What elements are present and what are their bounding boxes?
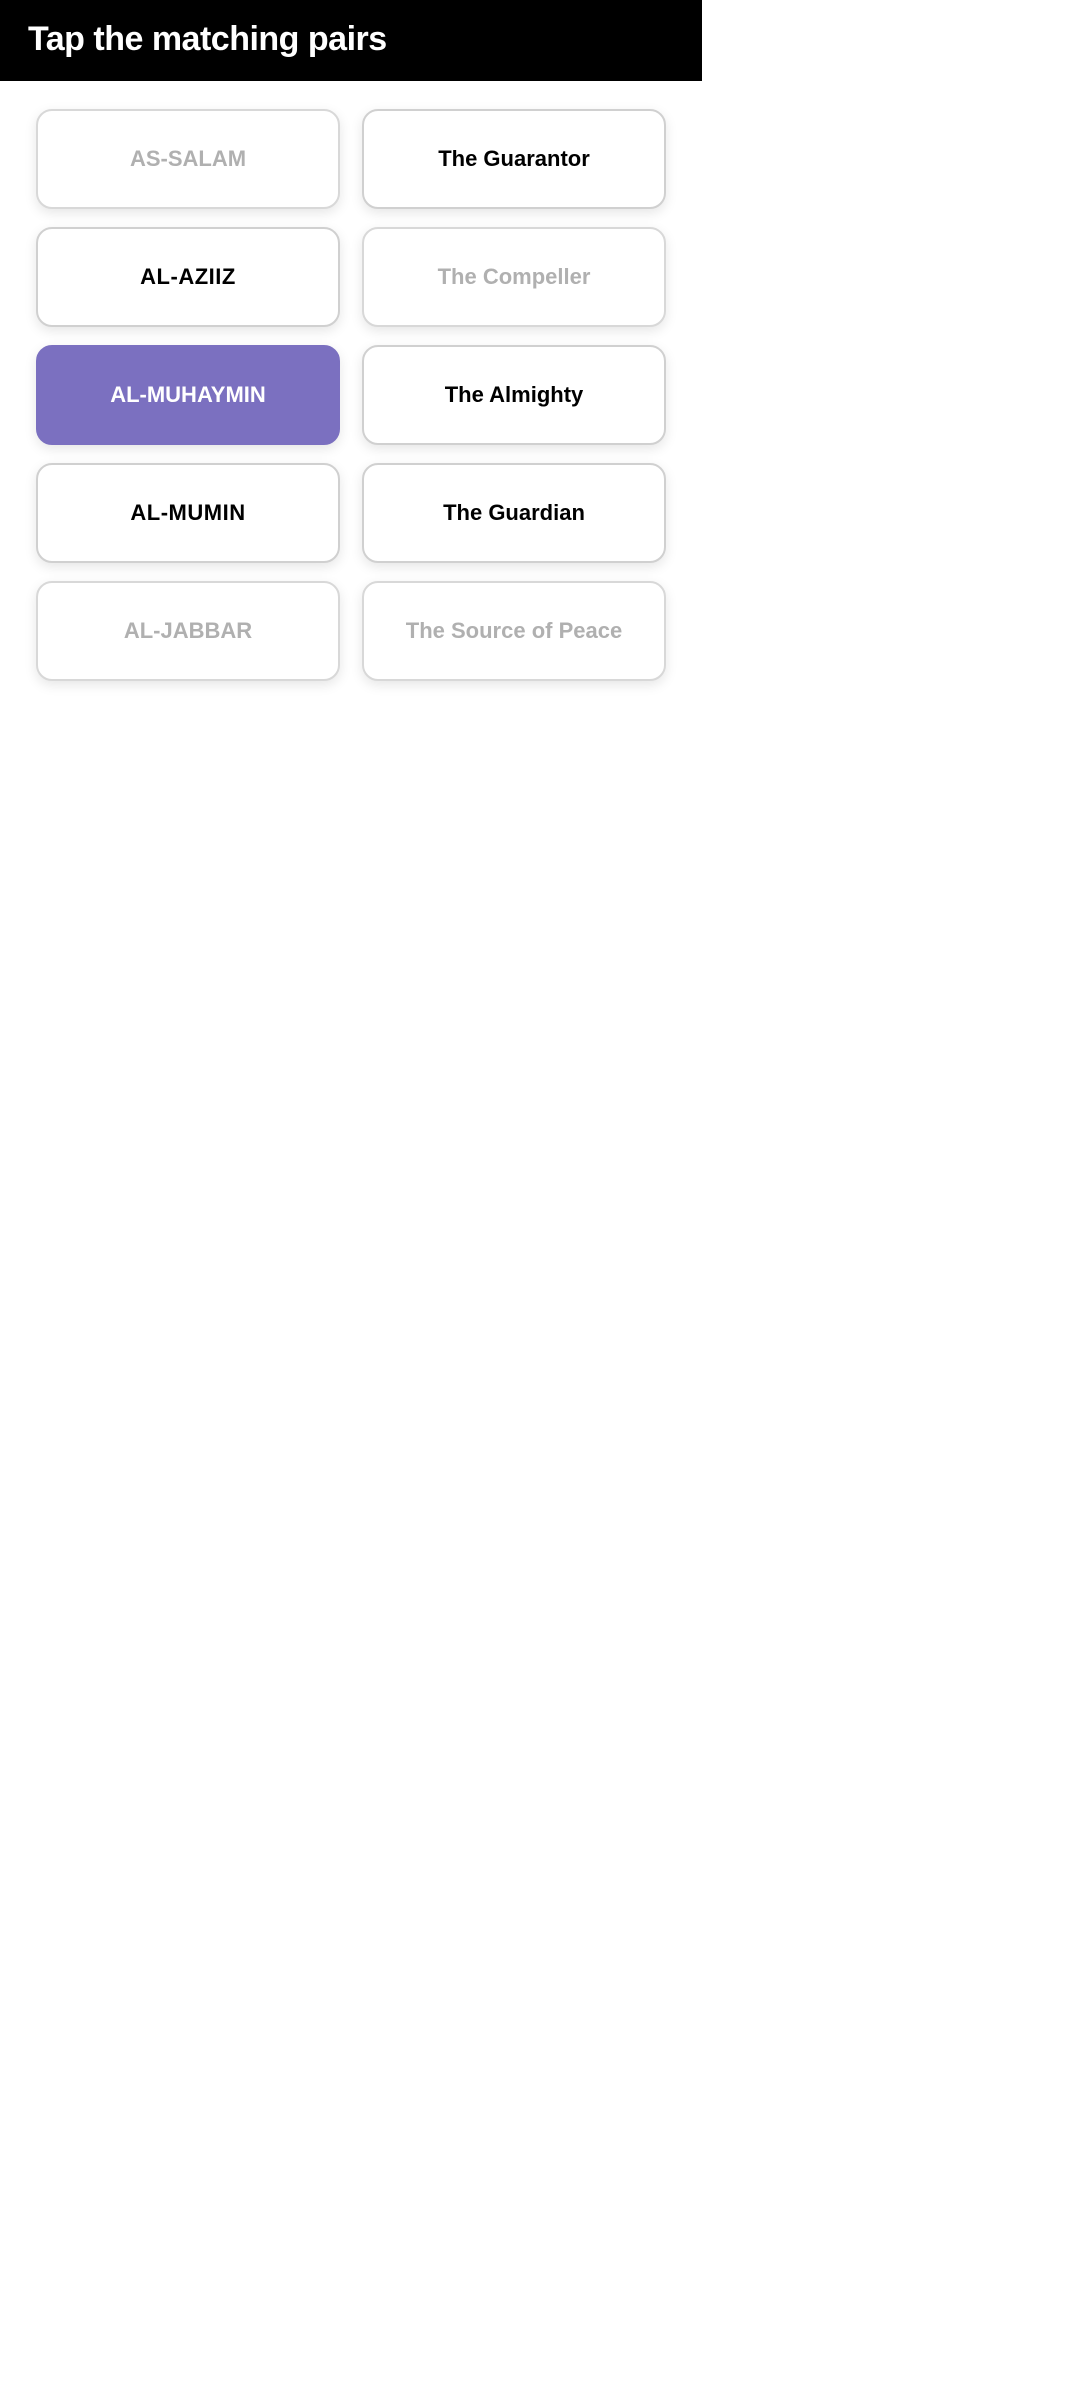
card-english-2[interactable]: The Almighty xyxy=(362,345,666,445)
card-english-1[interactable]: The Compeller xyxy=(362,227,666,327)
header: Tap the matching pairs xyxy=(0,0,702,81)
game-grid: AS-SALAMThe GuarantorAL-AZIIZThe Compell… xyxy=(0,81,702,709)
card-english-3[interactable]: The Guardian xyxy=(362,463,666,563)
card-arabic-2[interactable]: AL-MUHAYMIN xyxy=(36,345,340,445)
page-title: Tap the matching pairs xyxy=(28,20,387,58)
card-arabic-1[interactable]: AL-AZIIZ xyxy=(36,227,340,327)
card-arabic-0[interactable]: AS-SALAM xyxy=(36,109,340,209)
card-english-0[interactable]: The Guarantor xyxy=(362,109,666,209)
card-english-4[interactable]: The Source of Peace xyxy=(362,581,666,681)
card-arabic-4[interactable]: AL-JABBAR xyxy=(36,581,340,681)
card-arabic-3[interactable]: AL-MUMIN xyxy=(36,463,340,563)
